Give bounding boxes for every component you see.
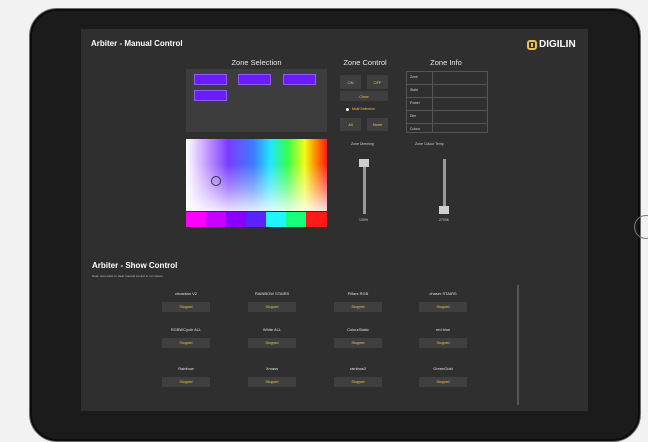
show-item: RGBWCycle ALL Stopped (145, 327, 227, 348)
show-status-button[interactable]: Stopped (419, 302, 467, 312)
zone-info-row: Dim (407, 111, 487, 124)
zone-dimming-knob[interactable] (359, 159, 369, 167)
off-button[interactable]: OFF (367, 75, 388, 89)
show-status-button[interactable]: Stopped (334, 377, 382, 387)
show-status-button[interactable]: Stopped (248, 377, 296, 387)
zone-tile[interactable] (238, 74, 271, 85)
show-name: White ALL (262, 327, 282, 332)
show-name: Pillars RGB (347, 291, 369, 296)
brand-logo: DIGILIN (527, 39, 576, 50)
zone-selection-panel (186, 69, 327, 132)
show-status-button[interactable]: Stopped (334, 302, 382, 312)
all-button[interactable]: All (340, 118, 361, 131)
zone-info-row: Colour (410, 127, 421, 131)
show-item: RAINBOW STAIRS Stopped (231, 291, 313, 312)
zone-info-row: State (407, 85, 487, 98)
zone-dimming-slider[interactable] (363, 159, 366, 214)
zone-info-title: Zone Info (430, 58, 462, 67)
zone-colour-temp-label: Zone Colour Temp (415, 142, 444, 146)
colour-swatch[interactable] (266, 212, 286, 227)
none-button[interactable]: None (367, 118, 388, 131)
show-item: Rainbow Stopped (145, 366, 227, 387)
show-item: rainbow2 Stopped (317, 366, 399, 387)
on-button[interactable]: ON (340, 75, 361, 89)
brand-name: DIGILIN (539, 39, 576, 50)
show-name: Xmass (265, 366, 279, 371)
show-name: GreenGold (433, 366, 453, 371)
colour-swatch[interactable] (246, 212, 266, 227)
colour-swatch[interactable] (206, 212, 226, 227)
show-name: ColourStatic (347, 327, 369, 332)
show-status-button[interactable]: Stopped (162, 338, 210, 348)
show-status-button[interactable]: Stopped (162, 302, 210, 312)
zone-tile[interactable] (194, 90, 227, 101)
zone-tile[interactable] (283, 74, 316, 85)
colour-picker[interactable] (186, 139, 327, 211)
zone-dimming-label: Zone Dimming (351, 142, 374, 146)
show-status-button[interactable]: Stopped (162, 377, 210, 387)
home-button[interactable] (634, 215, 648, 239)
show-name: red blue (435, 327, 451, 332)
app-screen: Arbiter - Manual Control DIGILIN Zone Se… (81, 29, 588, 411)
colour-swatch[interactable] (186, 212, 206, 227)
multi-selection-toggle[interactable] (346, 108, 349, 111)
clear-button[interactable]: Clear (340, 91, 388, 101)
zone-control-title: Zone Control (343, 58, 387, 67)
colour-picker-cursor[interactable] (211, 176, 221, 186)
page-title: Arbiter - Manual Control (91, 39, 183, 48)
digilin-logo-icon (527, 39, 537, 50)
show-name: Rainbow (178, 366, 194, 371)
zone-colour-temp-value: 2700K (439, 218, 450, 222)
show-status-button[interactable]: Stopped (334, 338, 382, 348)
show-status-button[interactable]: Stopped (248, 338, 296, 348)
show-control-note: Note: remember to clear manual control t… (92, 274, 163, 278)
show-item: chaser STAIRS Stopped (402, 291, 484, 312)
colour-swatch[interactable] (286, 212, 306, 227)
zone-info-row: Power (407, 98, 487, 111)
zone-info-row: Zone (407, 72, 487, 85)
zone-tile[interactable] (194, 74, 227, 85)
multi-selection-label: Multi Selection (352, 107, 375, 111)
show-name: chaser STAIRS (429, 291, 457, 296)
zone-colour-temp-knob[interactable] (439, 206, 449, 214)
show-name: RAINBOW STAIRS (254, 291, 290, 296)
show-status-button[interactable]: Stopped (248, 302, 296, 312)
show-name: rainbow2 (349, 366, 367, 371)
show-name: circadian V2 (174, 291, 197, 296)
show-item: Xmass Stopped (231, 366, 313, 387)
show-status-button[interactable]: Stopped (419, 338, 467, 348)
show-name: RGBWCycle ALL (170, 327, 202, 332)
show-item: ColourStatic Stopped (317, 327, 399, 348)
zone-dimming-value: 100% (359, 218, 368, 222)
show-control-title: Arbiter - Show Control (92, 261, 178, 270)
show-status-button[interactable]: Stopped (419, 377, 467, 387)
colour-swatch[interactable] (306, 212, 327, 227)
show-item: White ALL Stopped (231, 327, 313, 348)
show-list-scrollbar[interactable] (517, 285, 519, 405)
show-item: circadian V2 Stopped (145, 291, 227, 312)
zone-info-table: Zone State Power Dim Colour (406, 71, 488, 133)
zone-selection-title: Zone Selection (231, 58, 282, 67)
show-item: GreenGold Stopped (402, 366, 484, 387)
show-item: Pillars RGB Stopped (317, 291, 399, 312)
show-item: red blue Stopped (402, 327, 484, 348)
colour-swatch[interactable] (226, 212, 246, 227)
